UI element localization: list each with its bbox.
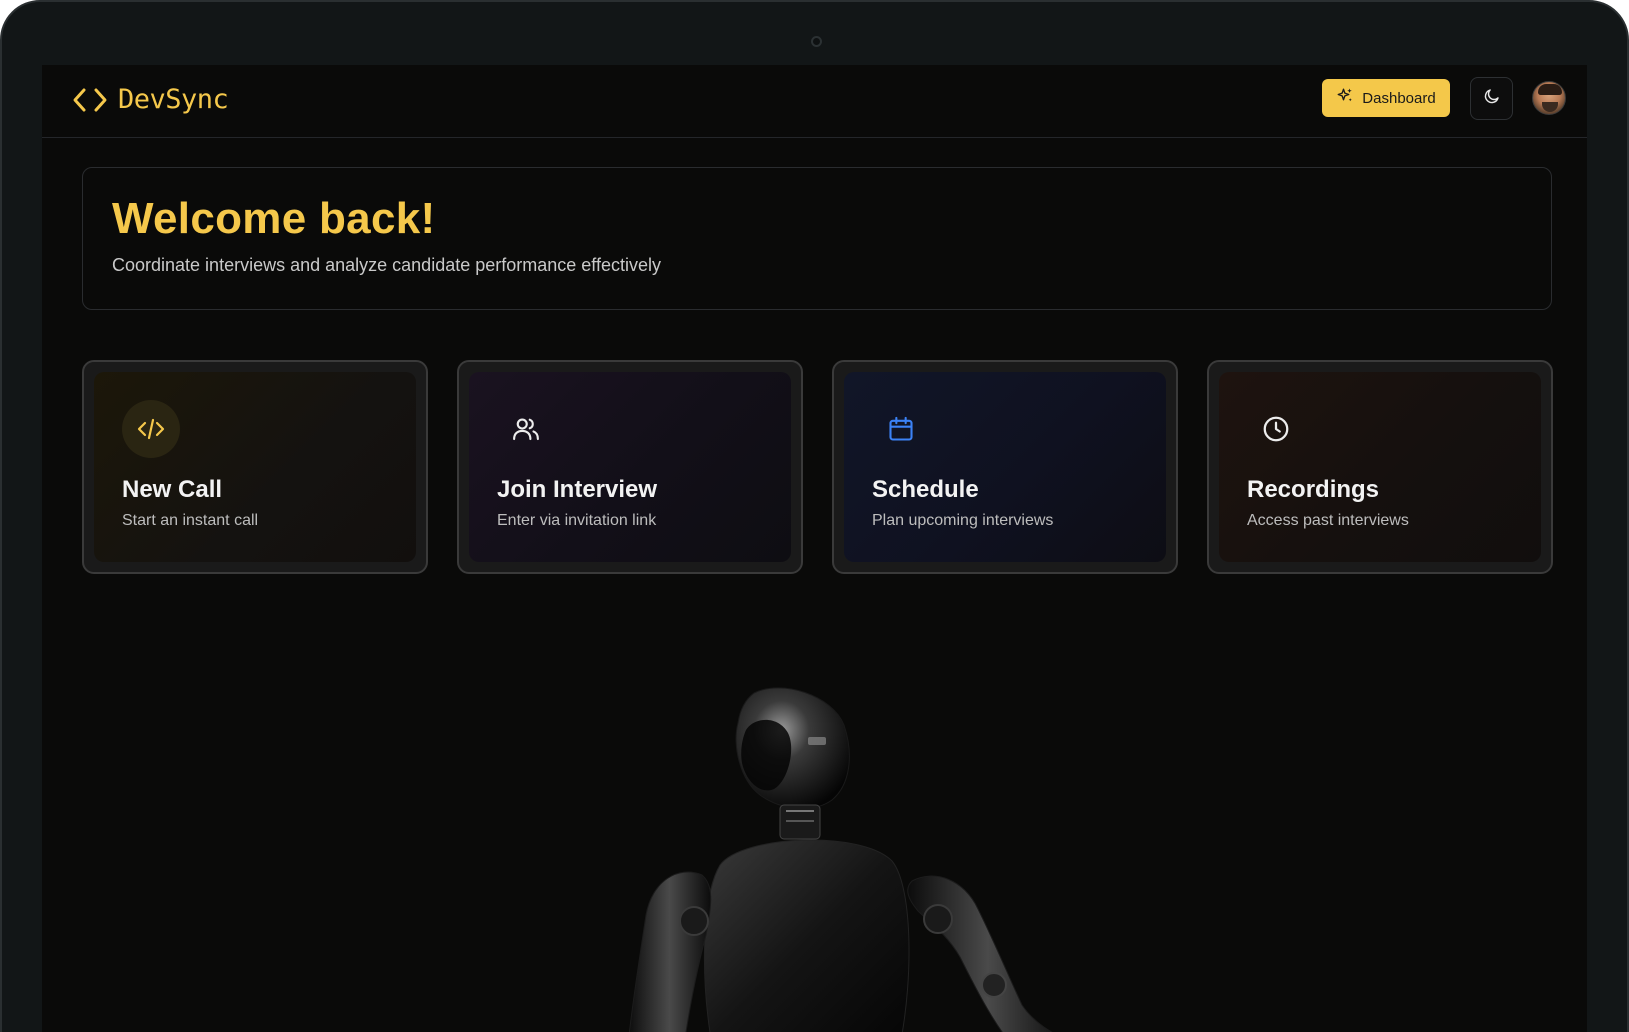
theme-toggle-button[interactable] [1470, 77, 1513, 120]
moon-icon [1483, 87, 1501, 110]
robot-illustration [628, 687, 1053, 1032]
sparkles-icon [1336, 87, 1354, 109]
welcome-title: Welcome back! [112, 194, 436, 243]
action-card-new-call[interactable]: New Call Start an instant call [82, 360, 428, 574]
users-icon [497, 400, 555, 458]
action-card-schedule[interactable]: Schedule Plan upcoming interviews [832, 360, 1178, 574]
card-description: Enter via invitation link [497, 512, 657, 529]
card-description: Access past interviews [1247, 512, 1409, 529]
user-avatar[interactable] [1532, 81, 1566, 115]
brand-logo[interactable]: DevSync [72, 84, 229, 115]
dashboard-button[interactable]: Dashboard [1322, 79, 1450, 117]
welcome-card: Welcome back! Coordinate interviews and … [82, 167, 1552, 310]
card-title: New Call [122, 476, 223, 503]
card-title: Schedule [872, 476, 979, 503]
calendar-icon [872, 400, 930, 458]
clock-icon [1247, 400, 1305, 458]
card-body: Schedule Plan upcoming interviews [844, 372, 1166, 562]
card-description: Plan upcoming interviews [872, 512, 1054, 529]
code-brackets-icon [72, 86, 108, 114]
welcome-subtitle: Coordinate interviews and analyze candid… [112, 255, 661, 275]
dashboard-label: Dashboard [1362, 89, 1436, 107]
code-icon [122, 400, 180, 458]
card-description: Start an instant call [122, 512, 259, 529]
card-body: Recordings Access past interviews [1219, 372, 1541, 562]
brand-name: DevSync [118, 84, 229, 115]
action-card-recordings[interactable]: Recordings Access past interviews [1207, 360, 1553, 574]
card-title: Join Interview [497, 476, 658, 503]
webcam [811, 36, 822, 47]
card-title: Recordings [1247, 476, 1380, 503]
avatar-beard [1542, 102, 1558, 112]
app-screen: DevSync Dashboard Welcome back! Coordina… [42, 65, 1587, 1032]
action-card-join-interview[interactable]: Join Interview Enter via invitation link [457, 360, 803, 574]
card-body: Join Interview Enter via invitation link [469, 372, 791, 562]
navbar: DevSync Dashboard [42, 65, 1587, 138]
avatar-hair [1538, 84, 1562, 95]
card-body: New Call Start an instant call [94, 372, 416, 562]
